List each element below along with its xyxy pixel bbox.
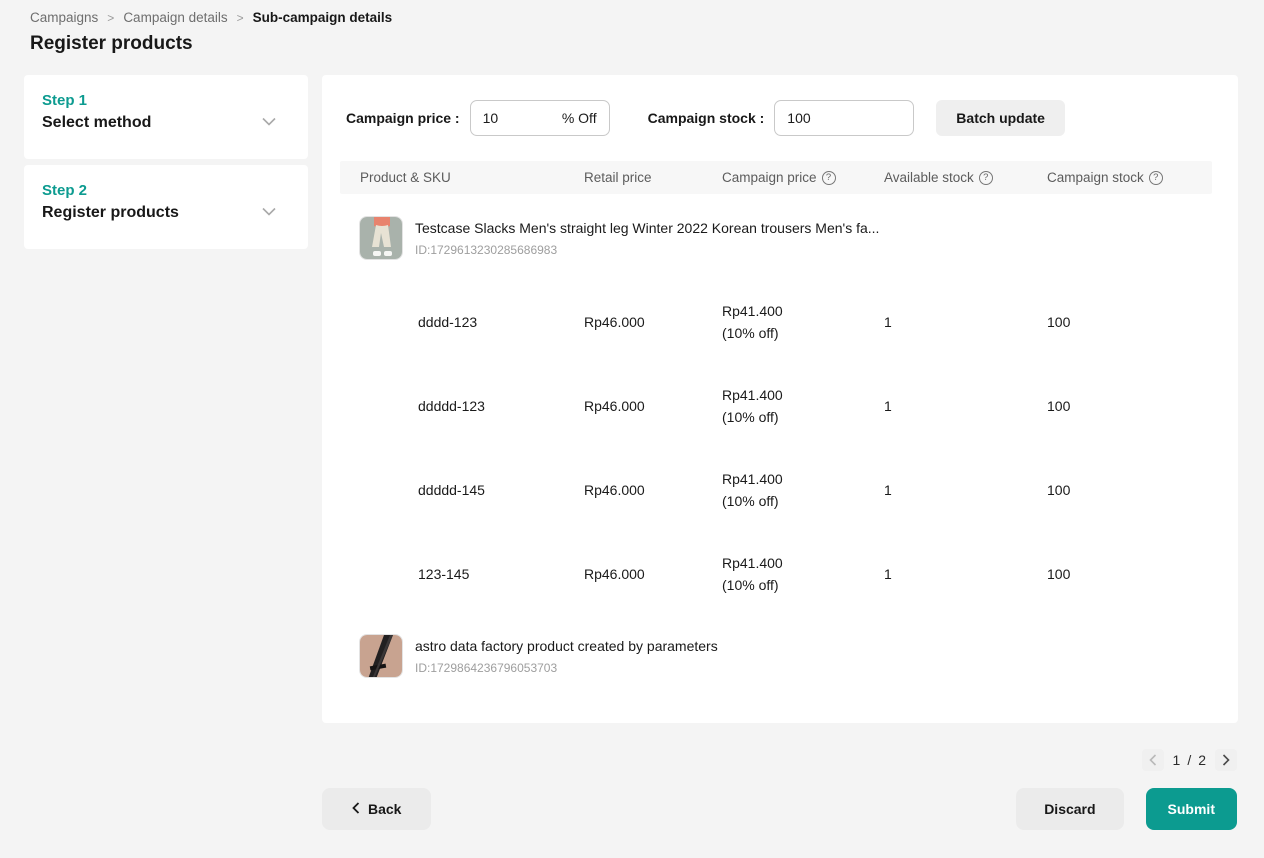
product-row: astro data factory product created by pa… (340, 634, 1212, 678)
product-thumbnail (359, 216, 403, 260)
total-pages: 2 (1198, 752, 1206, 768)
col-campaign-stock: Campaign stock ? (1047, 170, 1192, 185)
col-available-stock: Available stock ? (884, 170, 1047, 185)
breadcrumb-separator: > (237, 11, 244, 25)
batch-controls: Campaign price : % Off Campaign stock : … (340, 100, 1212, 136)
campaign-price: Rp41.400 (10% off) (722, 384, 884, 428)
table-row: dddd-123 Rp46.000 Rp41.400 (10% off) 1 1… (340, 280, 1212, 364)
step-2-card[interactable]: Step 2 Register products (24, 165, 308, 249)
campaign-price-label: Campaign price : (346, 110, 460, 126)
back-button[interactable]: Back (322, 788, 431, 830)
step-1-label: Select method (42, 114, 290, 132)
footer-bar: Back Discard Submit (0, 771, 1264, 830)
product-row: Testcase Slacks Men's straight leg Winte… (340, 216, 1212, 260)
retail-price: Rp46.000 (584, 314, 722, 330)
col-campaign-price: Campaign price ? (722, 170, 884, 185)
chevron-down-icon[interactable] (262, 203, 276, 221)
sku-name: 123-145 (360, 566, 584, 582)
product-name: Testcase Slacks Men's straight leg Winte… (415, 216, 879, 236)
breadcrumb-sub-campaign-details: Sub-campaign details (253, 10, 393, 25)
breadcrumb-separator: > (107, 11, 114, 25)
available-stock: 1 (884, 566, 1047, 582)
help-icon[interactable]: ? (1149, 171, 1163, 185)
sku-rows: dddd-123 Rp46.000 Rp41.400 (10% off) 1 1… (340, 280, 1212, 616)
pagination: 1 / 2 (0, 723, 1264, 771)
col-product-sku: Product & SKU (360, 170, 584, 185)
footer-actions: Discard Submit (1016, 788, 1237, 830)
campaign-stock-input[interactable] (787, 110, 857, 126)
page-title: Register products (30, 33, 1234, 55)
chevron-left-icon (352, 801, 360, 817)
step-1-card[interactable]: Step 1 Select method (24, 75, 308, 159)
campaign-stock: 100 (1047, 566, 1192, 582)
help-icon[interactable]: ? (822, 171, 836, 185)
page-header: Campaigns > Campaign details > Sub-campa… (0, 0, 1264, 55)
product-info: astro data factory product created by pa… (415, 634, 718, 675)
retail-price: Rp46.000 (584, 566, 722, 582)
steps-sidebar: Step 1 Select method Step 2 Register pro… (24, 75, 308, 249)
retail-price: Rp46.000 (584, 398, 722, 414)
available-stock: 1 (884, 398, 1047, 414)
product-id: ID:1729864236796053703 (415, 661, 718, 675)
help-icon[interactable]: ? (979, 171, 993, 185)
product-thumbnail (359, 634, 403, 678)
retail-price: Rp46.000 (584, 482, 722, 498)
page-separator: / (1187, 752, 1191, 768)
breadcrumb: Campaigns > Campaign details > Sub-campa… (30, 10, 1234, 25)
sku-name: ddddd-123 (360, 398, 584, 414)
discard-button[interactable]: Discard (1016, 788, 1123, 830)
table-row: 123-145 Rp46.000 Rp41.400 (10% off) 1 10… (340, 532, 1212, 616)
breadcrumb-campaign-details[interactable]: Campaign details (123, 10, 227, 25)
campaign-price: Rp41.400 (10% off) (722, 300, 884, 344)
sku-name: ddddd-145 (360, 482, 584, 498)
campaign-price-input-wrap: % Off (470, 100, 610, 136)
breadcrumb-campaigns[interactable]: Campaigns (30, 10, 98, 25)
register-products-panel: Campaign price : % Off Campaign stock : … (322, 75, 1238, 723)
available-stock: 1 (884, 314, 1047, 330)
campaign-stock: 100 (1047, 398, 1192, 414)
campaign-stock-input-wrap (774, 100, 914, 136)
batch-update-button[interactable]: Batch update (936, 100, 1065, 136)
product-name: astro data factory product created by pa… (415, 634, 718, 654)
step-2-label: Register products (42, 204, 290, 222)
step-2-number: Step 2 (42, 182, 290, 199)
product-info: Testcase Slacks Men's straight leg Winte… (415, 216, 879, 257)
current-page: 1 (1173, 752, 1181, 768)
product-id: ID:1729613230285686983 (415, 243, 879, 257)
step-1-number: Step 1 (42, 92, 290, 109)
sku-name: dddd-123 (360, 314, 584, 330)
campaign-stock: 100 (1047, 314, 1192, 330)
chevron-down-icon[interactable] (262, 113, 276, 131)
table-row: ddddd-123 Rp46.000 Rp41.400 (10% off) 1 … (340, 364, 1212, 448)
table-header: Product & SKU Retail price Campaign pric… (340, 161, 1212, 194)
percent-off-suffix: % Off (562, 110, 597, 126)
campaign-price: Rp41.400 (10% off) (722, 468, 884, 512)
col-retail-price: Retail price (584, 170, 722, 185)
table-row: ddddd-145 Rp46.000 Rp41.400 (10% off) 1 … (340, 448, 1212, 532)
prev-page-button[interactable] (1142, 749, 1164, 771)
campaign-price: Rp41.400 (10% off) (722, 552, 884, 596)
campaign-price-input[interactable] (483, 110, 553, 126)
page-indicator: 1 / 2 (1173, 752, 1206, 768)
campaign-stock: 100 (1047, 482, 1192, 498)
available-stock: 1 (884, 482, 1047, 498)
submit-button[interactable]: Submit (1146, 788, 1237, 830)
content-area: Step 1 Select method Step 2 Register pro… (0, 55, 1264, 723)
next-page-button[interactable] (1215, 749, 1237, 771)
campaign-stock-label: Campaign stock : (648, 110, 765, 126)
